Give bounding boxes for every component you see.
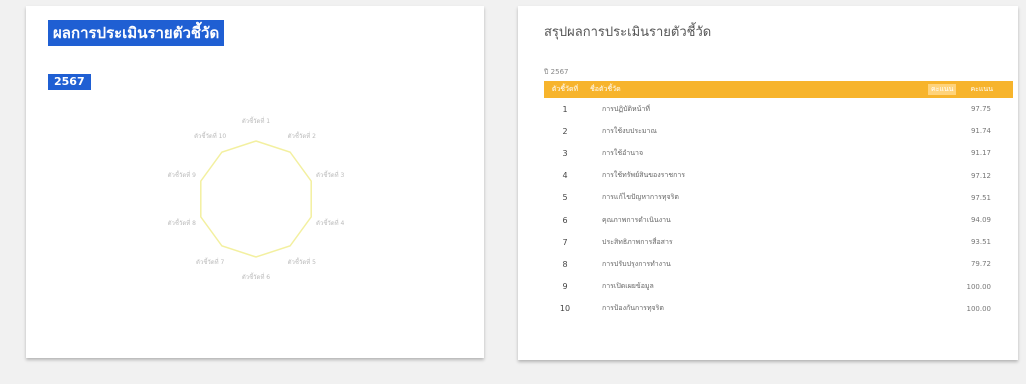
row-score: 97.51 bbox=[970, 193, 991, 202]
row-name: การปฏิบัติหน้าที่ bbox=[602, 104, 651, 113]
indicator-table: ตัวชี้วัดที่ ชื่อตัวชี้วัด คะแนน คะแนน 1 ก… bbox=[544, 81, 1013, 320]
table-row: 2 การใช้งบประมาณ 91.74 bbox=[544, 120, 1013, 142]
table-row: 1 การปฏิบัติหน้าที่ 97.75 bbox=[544, 98, 1013, 120]
right-panel-title: สรุปผลการประเมินรายตัวชี้วัด bbox=[544, 25, 712, 40]
left-panel-title: ผลการประเมินรายตัวชี้วัด bbox=[48, 20, 225, 46]
table-row: 8 การปรับปรุงการทำงาน 79.72 bbox=[544, 253, 1013, 275]
row-score: 100.00 bbox=[966, 282, 992, 291]
row-number: 5 bbox=[562, 193, 568, 203]
header-score-label: คะแนน bbox=[970, 85, 993, 93]
table-row: 5 การแก้ไขปัญหาการทุจริต 97.51 bbox=[544, 187, 1013, 209]
row-name: การป้องกันการทุจริต bbox=[602, 304, 664, 313]
row-name: การใช้อำนาจ bbox=[602, 148, 644, 157]
row-number: 7 bbox=[562, 237, 568, 247]
radar-axis-label: ตัวชี้วัดที่ 2 bbox=[288, 130, 316, 140]
left-panel-card: ผลการประเมินรายตัวชี้วัด 2567 ตัวชี้วัดท… bbox=[26, 6, 484, 358]
row-name: การใช้งบประมาณ bbox=[602, 126, 657, 135]
row-name: การปรับปรุงการทำงาน bbox=[602, 259, 671, 268]
row-score: 91.74 bbox=[970, 127, 991, 136]
table-row: 4 การใช้ทรัพย์สินของราชการ 97.12 bbox=[544, 165, 1013, 187]
radar-axis-label: ตัวชี้วัดที่ 3 bbox=[316, 169, 344, 179]
row-number: 4 bbox=[562, 171, 568, 181]
table-row: 6 คุณภาพการดำเนินงาน 94.09 bbox=[544, 209, 1013, 231]
radar-axis-label: ตัวชี้วัดที่ 7 bbox=[196, 256, 224, 266]
row-name: ประสิทธิภาพการสื่อสาร bbox=[602, 237, 673, 246]
table-row: 7 ประสิทธิภาพการสื่อสาร 93.51 bbox=[544, 231, 1013, 253]
row-name: การใช้ทรัพย์สินของราชการ bbox=[602, 171, 686, 180]
table-row: 9 การเปิดเผยข้อมูล 100.00 bbox=[544, 276, 1013, 298]
radar-axis-label: ตัวชี้วัดที่ 8 bbox=[168, 217, 196, 227]
radar-axis-label: ตัวชี้วัดที่ 10 bbox=[194, 130, 226, 140]
row-number: 10 bbox=[559, 304, 571, 314]
radar-axis-label: ตัวชี้วัดที่ 9 bbox=[168, 169, 196, 179]
row-number: 9 bbox=[562, 282, 568, 292]
year-badge[interactable]: 2567 bbox=[48, 74, 91, 90]
row-score: 100.00 bbox=[966, 304, 992, 313]
row-number: 6 bbox=[562, 215, 568, 225]
row-number: 8 bbox=[562, 259, 568, 269]
header-score: คะแนน คะแนน bbox=[815, 81, 1013, 98]
row-number: 1 bbox=[562, 104, 568, 114]
row-number: 2 bbox=[562, 126, 568, 136]
radar-axis-label: ตัวชี้วัดที่ 6 bbox=[242, 271, 270, 281]
row-number: 3 bbox=[562, 148, 568, 158]
row-score: 97.12 bbox=[970, 171, 991, 180]
score-badge: คะแนน bbox=[927, 84, 957, 95]
row-score: 97.75 bbox=[970, 105, 991, 114]
radar-series-polygon bbox=[200, 140, 312, 258]
row-name: การแก้ไขปัญหาการทุจริต bbox=[602, 193, 679, 202]
right-panel-card: สรุปผลการประเมินรายตัวชี้วัด ปี 2567 ตัว… bbox=[518, 6, 1018, 360]
header-no: ตัวชี้วัดที่ bbox=[544, 81, 586, 98]
table-row: 10 การป้องกันการทุจริต 100.00 bbox=[544, 298, 1013, 320]
row-name: การเปิดเผยข้อมูล bbox=[602, 282, 654, 291]
row-score: 79.72 bbox=[970, 260, 991, 269]
row-score: 91.17 bbox=[970, 149, 991, 158]
table-caption: ปี 2567 bbox=[544, 68, 569, 76]
row-score: 94.09 bbox=[970, 216, 991, 225]
row-score: 93.51 bbox=[970, 238, 991, 247]
table-row: 3 การใช้อำนาจ 91.17 bbox=[544, 142, 1013, 164]
radar-axis-label: ตัวชี้วัดที่ 4 bbox=[316, 217, 344, 227]
row-name: คุณภาพการดำเนินงาน bbox=[602, 215, 671, 224]
radar-axis-label: ตัวชี้วัดที่ 5 bbox=[288, 256, 316, 266]
radar-chart: ตัวชี้วัดที่ 1 ตัวชี้วัดที่ 2 ตัวชี้วัดที่… bbox=[168, 115, 345, 281]
header-name: ชื่อตัวชี้วัด bbox=[586, 81, 816, 98]
radar-axis-label: ตัวชี้วัดที่ 1 bbox=[242, 115, 270, 125]
table-header-row: ตัวชี้วัดที่ ชื่อตัวชี้วัด คะแนน คะแนน bbox=[544, 81, 1013, 98]
